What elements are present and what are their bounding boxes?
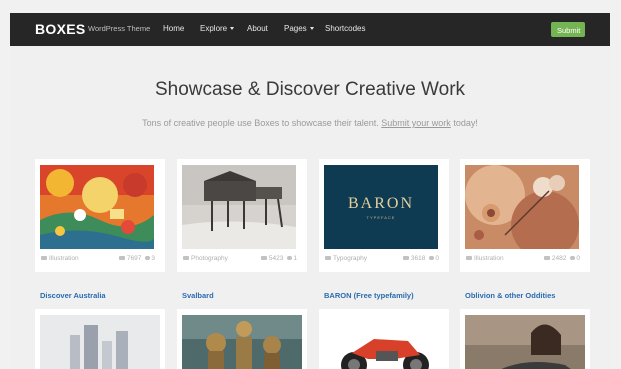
work-card[interactable] (460, 309, 590, 369)
work-card[interactable] (177, 309, 307, 369)
nav-item-label: Home (163, 24, 185, 33)
portrait-photo-image (465, 315, 585, 369)
card-category[interactable]: Illustration (466, 255, 504, 262)
card-title-link[interactable]: Svalbard (182, 291, 214, 300)
nav-item-about[interactable]: About (247, 24, 268, 33)
card-stats: 7697 3 (118, 255, 155, 262)
thumbnail-image[interactable] (324, 315, 444, 369)
work-card[interactable]: BARON TYPEFACE Typography 3618 0 (319, 159, 449, 272)
card-category[interactable]: Photography (183, 255, 228, 262)
folder-icon (325, 256, 331, 260)
baron-logo-sub: TYPEFACE (366, 215, 396, 220)
comments-icon (145, 256, 151, 260)
comments-count: 0 (435, 255, 439, 262)
top-navbar: BOXES WordPress Theme Home Explore About… (10, 13, 610, 46)
views-count: 7697 (126, 255, 142, 262)
city-illustration-image (40, 315, 160, 369)
work-card[interactable]: Illustration 2482 0 (460, 159, 590, 272)
hero-subtitle-end: today! (450, 118, 478, 128)
submit-work-link[interactable]: Submit your work (381, 118, 451, 128)
thumbnail-image[interactable] (465, 315, 585, 369)
thumbnail-image[interactable]: BARON TYPEFACE (324, 165, 438, 249)
svalbard-photo-image (182, 165, 296, 249)
card-meta: Typography 3618 0 (325, 255, 439, 265)
nav-item-label: Shortcodes (325, 24, 366, 33)
nav-item-shortcodes[interactable]: Shortcodes (325, 24, 365, 33)
views-count: 3618 (410, 255, 426, 262)
views-icon (543, 256, 550, 260)
nav-item-explore[interactable]: Explore (200, 24, 235, 33)
folder-icon (183, 256, 189, 260)
thumbnail-image[interactable] (465, 165, 579, 249)
nav-item-home[interactable]: Home (163, 24, 184, 33)
card-category[interactable]: Illustration (41, 255, 79, 262)
views-count: 2482 (551, 255, 567, 262)
folder-icon (466, 256, 472, 260)
page-content: BOXES WordPress Theme Home Explore About… (10, 13, 610, 369)
card-title-link[interactable]: Oblivion & other Oddities (465, 291, 555, 300)
card-stats: 2482 0 (543, 255, 580, 262)
brand-logo[interactable]: BOXES (35, 21, 86, 37)
work-card[interactable] (35, 309, 165, 369)
category-label: Photography (191, 255, 228, 262)
nav-item-label: About (247, 24, 268, 33)
card-stats: 3618 0 (402, 255, 439, 262)
comments-icon (287, 256, 293, 260)
category-label: Illustration (474, 255, 504, 262)
illustration-australia-image (40, 165, 154, 249)
nav-item-pages[interactable]: Pages (284, 24, 314, 33)
views-count: 5423 (268, 255, 284, 262)
views-icon (118, 256, 125, 260)
brand-tagline: WordPress Theme (88, 24, 151, 33)
folder-icon (41, 256, 47, 260)
comments-count: 0 (576, 255, 580, 262)
category-label: Illustration (49, 255, 79, 262)
oblivion-illustration-image (465, 165, 579, 249)
thumbnail-image[interactable] (182, 165, 296, 249)
views-icon (402, 256, 409, 260)
work-card[interactable]: Illustration 7697 3 (35, 159, 165, 272)
nav-item-label: Pages (284, 24, 307, 33)
robot-figures-image (182, 315, 302, 369)
card-title-link[interactable]: Discover Australia (40, 291, 106, 300)
comments-count: 3 (151, 255, 155, 262)
motorcycle-photo-image (324, 315, 444, 369)
baron-logo-word: BARON (347, 195, 414, 212)
comments-count: 1 (293, 255, 297, 262)
hero-title: Showcase & Discover Creative Work (154, 79, 466, 100)
chevron-down-icon (309, 27, 314, 31)
thumbnail-image[interactable] (40, 165, 154, 249)
nav-item-label: Explore (200, 24, 228, 33)
chevron-down-icon (230, 27, 235, 31)
work-card[interactable] (319, 309, 449, 369)
comments-icon (429, 256, 435, 260)
submit-button[interactable]: Submit (551, 22, 585, 37)
thumbnail-image[interactable] (182, 315, 302, 369)
card-meta: Illustration 2482 0 (466, 255, 580, 265)
card-meta: Photography 5423 1 (183, 255, 297, 265)
hero-subtitle-text: Tons of creative people use Boxes to sho… (142, 118, 382, 128)
views-icon (260, 256, 267, 260)
card-category[interactable]: Typography (325, 255, 367, 262)
category-label: Typography (333, 255, 367, 262)
card-stats: 5423 1 (260, 255, 297, 262)
card-meta: Illustration 7697 3 (41, 255, 155, 265)
thumbnail-image[interactable] (40, 315, 160, 369)
page-frame: BOXES WordPress Theme Home Explore About… (0, 0, 621, 369)
hero-subtitle: Tons of creative people use Boxes to sho… (10, 118, 610, 128)
comments-icon (570, 256, 576, 260)
work-card[interactable]: Photography 5423 1 (177, 159, 307, 272)
card-title-link[interactable]: BARON (Free typefamily) (324, 291, 414, 300)
